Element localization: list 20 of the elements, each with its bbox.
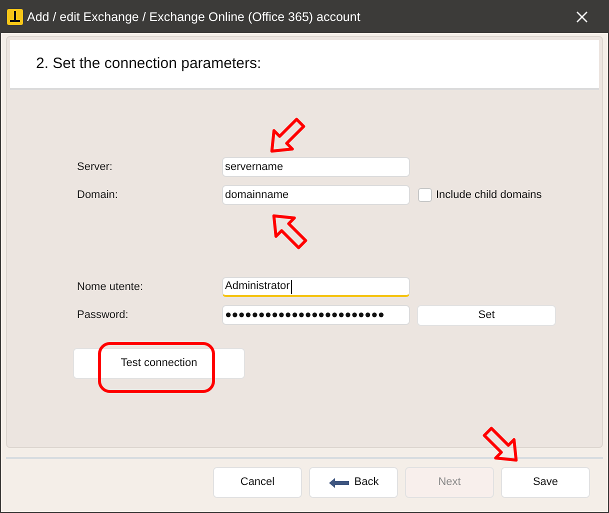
field-label: Nome utente:: [76, 280, 144, 295]
checkbox[interactable]: [418, 188, 432, 202]
checkbox-label: Include child domains: [436, 188, 542, 203]
footer-button[interactable]: Cancel: [213, 467, 302, 498]
test-connection-button[interactable]: Test connection: [73, 348, 245, 379]
text-field[interactable]: domainname: [222, 185, 410, 205]
close-icon[interactable]: [576, 11, 588, 23]
window-title: Add / edit Exchange / Exchange Online (Office 365) account: [27, 8, 360, 26]
field-label: Server:: [76, 160, 114, 175]
footer-button[interactable]: Back: [309, 467, 398, 498]
text-field[interactable]: ●●●●●●●●●●●●●●●●●●●●●●●●: [222, 305, 410, 325]
footer-button[interactable]: Save: [501, 467, 590, 498]
set-button[interactable]: Set: [417, 304, 556, 326]
back-arrow-icon: [328, 476, 350, 488]
field-label: Domain:: [76, 188, 119, 203]
app-logo-icon: [7, 9, 23, 25]
text-field[interactable]: Administrator: [222, 277, 410, 297]
text-field[interactable]: servername: [222, 157, 410, 177]
step-heading: 2. Set the connection parameters:: [36, 54, 262, 74]
field-label: Password:: [76, 308, 130, 323]
